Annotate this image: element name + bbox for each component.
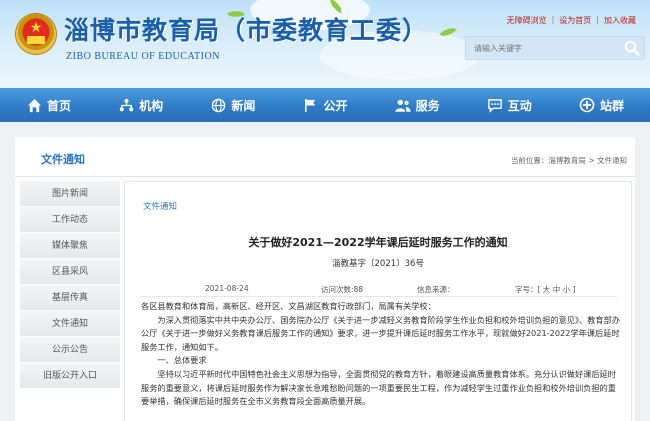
flag-icon: [302, 97, 318, 113]
panel-title: 文件通知: [41, 153, 85, 166]
main-nav: 首页 机构 新闻 公开 服务 互动 站群: [0, 88, 650, 122]
divider: [141, 296, 617, 297]
sidebar-item-media-focus[interactable]: 媒体聚焦: [20, 233, 120, 259]
sidebar-item-notices[interactable]: 文件通知: [20, 311, 120, 337]
nav-item-org[interactable]: 机构: [118, 88, 163, 122]
search-input[interactable]: [466, 37, 616, 59]
sidebar-item-work-updates[interactable]: 工作动态: [20, 207, 120, 233]
breadcrumb: 当前位置：淄博教育局 > 文件通知: [510, 156, 627, 165]
nav-item-sites[interactable]: 站群: [579, 88, 624, 122]
nav-item-label: 公开: [323, 98, 348, 113]
panel-header: 文件通知 当前位置：淄博教育局 > 文件通知: [15, 137, 635, 177]
add-favorite-link[interactable]: 加入收藏: [604, 15, 636, 26]
article-area: 文件通知 关于做好2021—2022学年课后延时服务工作的通知 淄教基字〔202…: [124, 181, 632, 421]
nav-item-label: 互动: [507, 98, 532, 113]
sidebar-item-photo-news[interactable]: 图片新闻: [20, 181, 120, 207]
users-icon: [395, 97, 411, 113]
section-label: 文件通知: [143, 202, 178, 212]
article-paragraph: 坚持以习近平新时代中国特色社会主义思想为指导，全面贯彻党的教育方针，着眼建设高质…: [141, 368, 616, 407]
article-title: 关于做好2021—2022学年课后延时服务工作的通知: [248, 236, 508, 249]
view-count: 访问次数:88: [321, 285, 364, 294]
org-icon: [118, 97, 134, 113]
nav-item-label: 机构: [139, 98, 164, 113]
sidebar-item-district-news[interactable]: 区县采风: [20, 259, 120, 285]
set-homepage-link[interactable]: 设为首页: [559, 15, 591, 26]
sidebar-item-grassroots[interactable]: 基层传真: [20, 285, 120, 311]
article-body: 各区县教育和体育局，高新区、经开区、文昌湖区教育行政部门，局属有关学校： 为深入…: [141, 300, 621, 409]
separator: |: [596, 15, 599, 24]
nav-item-label: 站群: [599, 98, 624, 113]
globe-icon: [210, 97, 226, 113]
sidebar-item-old-portal[interactable]: 旧版公开入口: [20, 363, 120, 389]
national-emblem-icon: ★: [16, 14, 56, 54]
article-paragraph: 各区县教育和体育局，高新区、经开区、文昌湖区教育行政部门，局属有关学校：: [141, 301, 436, 311]
top-links: 无障碍浏览 | 设为首页 | 加入收藏: [507, 15, 636, 26]
nav-item-label: 首页: [47, 98, 72, 113]
article-heading: 一、总体要求: [157, 355, 207, 366]
sidebar: 图片新闻 工作动态 媒体聚焦 区县采风 基层传真 文件通知 公示公告 旧版公开入…: [20, 181, 120, 389]
nav-item-label: 新闻: [231, 98, 256, 113]
nav-item-service[interactable]: 服务: [395, 88, 440, 122]
home-icon: [26, 97, 42, 113]
site-title: 淄博市教育局（市委教育工委）: [64, 16, 429, 45]
publish-date: 2021-08-24: [205, 284, 249, 293]
separator: |: [551, 15, 555, 24]
nav-item-news[interactable]: 新闻: [210, 88, 255, 122]
sites-icon: [579, 97, 595, 113]
article-paragraph: 为深入贯彻落实中共中央办公厅、国务院办公厅《关于进一步减轻义务教育阶段学生作业负…: [141, 314, 620, 352]
sidebar-item-announcements[interactable]: 公示公告: [20, 337, 120, 363]
chat-icon: [487, 97, 503, 113]
site-header: ★ 淄博市教育局（市委教育工委） ZIBO BUREAU OF EDUCATIO…: [0, 0, 650, 88]
content-panel: 文件通知 当前位置：淄博教育局 > 文件通知 图片新闻 工作动态 媒体聚焦 区县…: [15, 137, 635, 421]
nav-item-public[interactable]: 公开: [302, 88, 347, 122]
font-size-control[interactable]: 字号：[ 大 中 小 ]: [515, 284, 575, 295]
nav-item-interact[interactable]: 互动: [487, 88, 532, 122]
search-icon[interactable]: [624, 40, 640, 56]
info-source: 信息来源：: [417, 285, 455, 294]
nav-item-home[interactable]: 首页: [26, 88, 71, 122]
accessibility-link[interactable]: 无障碍浏览: [507, 15, 547, 26]
search-box: [465, 36, 645, 60]
nav-item-label: 服务: [415, 98, 440, 113]
document-number: 淄教基字〔2021〕36号: [332, 259, 424, 269]
site-subtitle: ZIBO BUREAU OF EDUCATION: [66, 51, 220, 62]
